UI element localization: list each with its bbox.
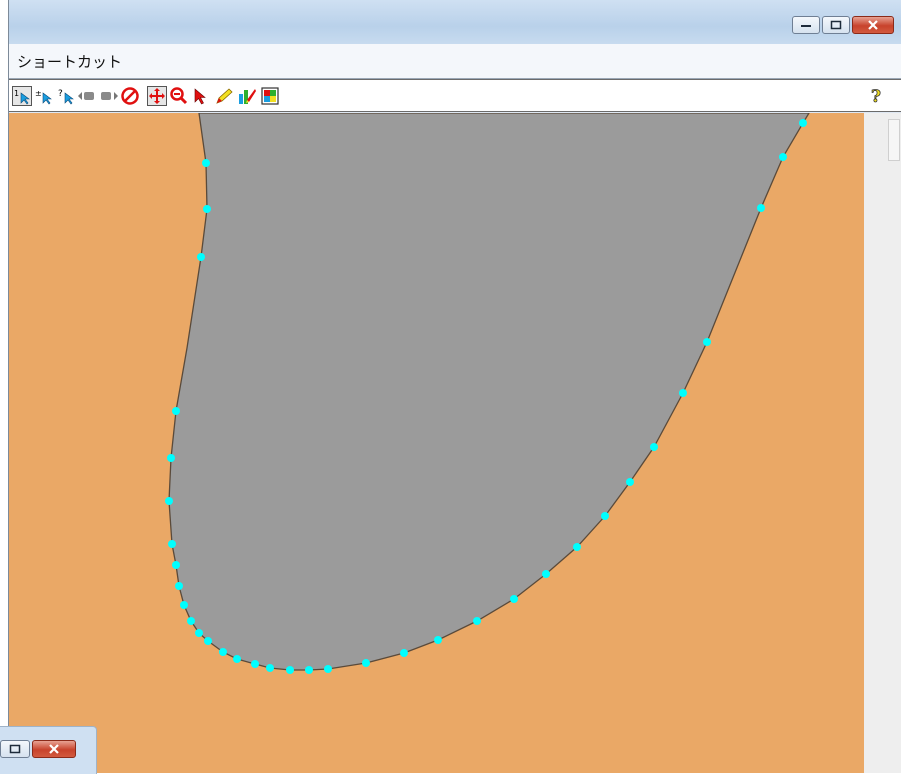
close-icon [868,20,878,30]
vertex-marker[interactable] [510,595,518,603]
main-window: ショートカット 1 ± ? ? [8,0,901,773]
close-button[interactable] [852,16,894,34]
vertex-marker[interactable] [799,119,807,127]
select-toggle-icon: ± [35,89,52,105]
vertex-marker[interactable] [175,582,183,590]
maximize-icon [830,20,842,30]
maximize-icon [9,744,21,754]
vertex-marker[interactable] [197,253,205,261]
previous-extent-button[interactable] [77,86,97,106]
svg-text:1: 1 [14,89,19,98]
query-icon: ? [58,89,74,105]
vertex-marker[interactable] [679,389,687,397]
vertex-marker[interactable] [180,601,188,609]
vertex-marker[interactable] [165,497,173,505]
vertex-marker[interactable] [324,665,332,673]
vertex-marker[interactable] [233,655,241,663]
menu-shortcut[interactable]: ショートカット [17,51,122,72]
vertex-marker[interactable] [601,512,609,520]
zoom-tool-button[interactable] [169,86,189,106]
previous-extent-icon [78,92,94,100]
vertex-marker[interactable] [434,636,442,644]
map-grid-icon [261,87,279,105]
vertex-marker[interactable] [251,660,259,668]
vertex-marker[interactable] [362,659,370,667]
vertex-marker[interactable] [172,561,180,569]
vertex-marker[interactable] [400,649,408,657]
scrollbar-thumb[interactable] [888,119,900,161]
select-one-icon: 1 [14,89,30,105]
next-extent-icon [101,92,118,100]
query-tool-button[interactable]: ? [56,86,76,106]
select-toggle-tool-button[interactable]: ± [34,86,54,106]
pencil-icon [216,88,233,104]
vertex-marker[interactable] [305,666,313,674]
menu-bar: ショートカット [9,44,901,79]
vertex-marker[interactable] [542,570,550,578]
help-button[interactable]: ? [867,86,887,106]
minimize-icon [801,25,811,27]
map-canvas[interactable] [9,113,864,773]
toolbar: 1 ± ? ? [9,79,901,112]
vertex-marker[interactable] [703,338,711,346]
vertex-marker[interactable] [626,478,634,486]
window-controls [790,16,894,34]
vertical-scrollbar[interactable] [864,113,901,773]
vertex-marker[interactable] [168,540,176,548]
select-1-tool-button[interactable]: 1 [12,86,32,106]
vertex-marker[interactable] [473,617,481,625]
vertex-marker[interactable] [202,159,210,167]
svg-text:?: ? [871,87,881,106]
pencil-tool-button[interactable] [215,86,235,106]
title-bar[interactable] [9,0,901,44]
vertex-marker[interactable] [779,153,787,161]
zoom-magnifier-icon [170,87,188,105]
vertex-marker[interactable] [286,666,294,674]
no-entry-button[interactable] [120,86,140,106]
pan-arrows-icon [149,88,165,104]
pointer-arrow-icon [194,88,206,105]
vertex-marker[interactable] [266,664,274,672]
secondary-maximize-button[interactable] [0,740,30,758]
svg-text:?: ? [58,89,63,99]
minimize-button[interactable] [792,16,820,34]
vertex-marker[interactable] [187,617,195,625]
pointer-tool-button[interactable] [190,86,210,106]
vertex-marker[interactable] [650,443,658,451]
no-entry-icon [121,87,139,105]
secondary-window-controls [0,740,76,758]
edit-tool-button[interactable] [237,86,257,106]
secondary-window-titlebar[interactable] [0,726,97,774]
help-question-icon: ? [871,87,882,106]
vertex-marker[interactable] [219,648,227,656]
secondary-close-button[interactable] [32,740,76,758]
svg-text:±: ± [35,89,42,98]
maximize-button[interactable] [822,16,850,34]
vertex-marker[interactable] [757,204,765,212]
map-layer-button[interactable] [260,86,280,106]
vertex-marker[interactable] [203,205,211,213]
pan-tool-button[interactable] [147,86,167,106]
vertex-marker[interactable] [573,543,581,551]
edit-brush-icon [239,89,256,104]
close-icon [49,744,59,754]
vertex-marker[interactable] [167,454,175,462]
map-view[interactable] [9,113,864,773]
vertex-marker[interactable] [172,407,180,415]
vertex-marker[interactable] [204,637,212,645]
next-extent-button[interactable] [99,86,119,106]
vertex-marker[interactable] [195,629,203,637]
